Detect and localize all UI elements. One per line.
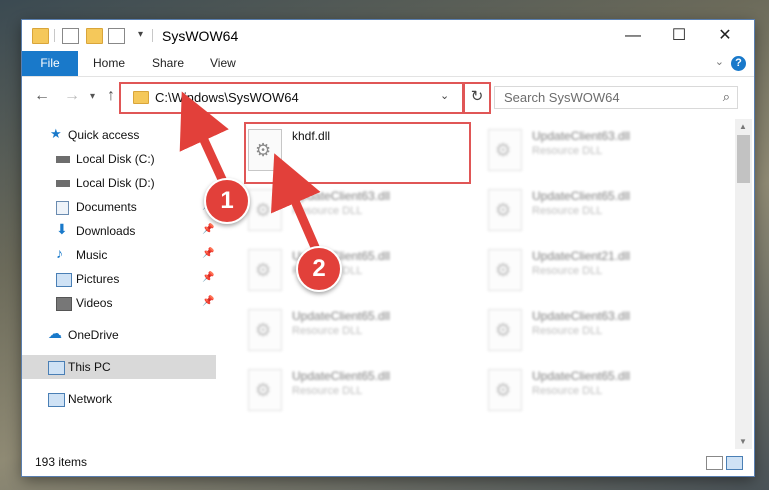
- callout-badge-2: 2: [296, 246, 342, 292]
- callout-badge-1: 1: [204, 178, 250, 224]
- callout-arrows: [179, 91, 323, 259]
- callout-arrow-1: [179, 91, 231, 193]
- callout-arrow-2: [270, 153, 323, 259]
